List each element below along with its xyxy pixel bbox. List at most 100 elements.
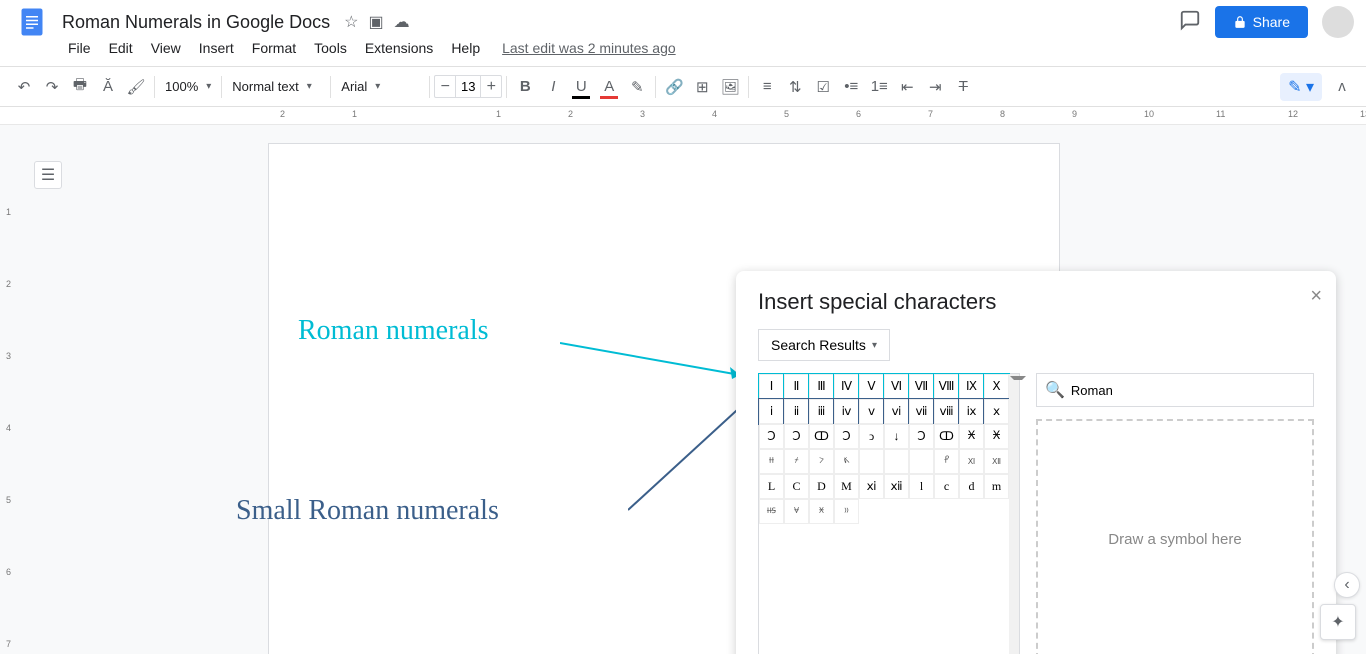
char-cell[interactable] (859, 499, 884, 524)
collapse-toolbar-button[interactable]: ʌ (1328, 73, 1356, 101)
char-cell[interactable]: Ⅻ (984, 449, 1009, 474)
insert-link-button[interactable]: 🔗 (660, 73, 688, 101)
checklist-button[interactable]: ☑ (809, 73, 837, 101)
insert-comment-button[interactable]: ⊞ (688, 73, 716, 101)
category-dropdown[interactable]: Search Results (758, 329, 890, 361)
explore-button[interactable]: ✦ (1320, 604, 1356, 640)
star-icon[interactable]: ☆ (344, 12, 358, 32)
bulleted-list-button[interactable]: •≡ (837, 73, 865, 101)
style-select[interactable]: Normal text (226, 75, 326, 98)
char-cell[interactable]: 𐆖 (809, 499, 834, 524)
char-cell[interactable]: Ⅷ (934, 374, 959, 399)
char-cell[interactable]: 𐆚 (784, 449, 809, 474)
comments-icon[interactable] (1179, 9, 1201, 36)
menu-extensions[interactable]: Extensions (357, 36, 441, 60)
char-cell[interactable]: ⅷ (934, 399, 959, 424)
share-button[interactable]: Share (1215, 6, 1308, 38)
print-button[interactable]: 🖶 (66, 73, 94, 101)
char-cell[interactable]: Ↄ (784, 424, 809, 449)
char-cell[interactable]: d (959, 474, 984, 499)
dialog-close-button[interactable]: × (1310, 285, 1322, 308)
side-panel-toggle[interactable]: ‹ (1334, 572, 1360, 598)
char-cell[interactable]: ⅵ (884, 399, 909, 424)
underline-button[interactable]: U (567, 73, 595, 101)
numbered-list-button[interactable]: 1≡ (865, 73, 893, 101)
char-cell[interactable]: Ↄ (834, 424, 859, 449)
menu-format[interactable]: Format (244, 36, 304, 60)
char-cell[interactable]: Ⅴ (859, 374, 884, 399)
char-cell[interactable]: 𐆖 (984, 424, 1009, 449)
horizontal-ruler[interactable]: 21123456789101112131415161718 (0, 107, 1366, 125)
spellcheck-button[interactable]: Ă (94, 73, 122, 101)
char-cell[interactable]: ⅺ (859, 474, 884, 499)
insert-image-button[interactable]: 🖼 (716, 73, 744, 101)
char-cell[interactable]: m (984, 474, 1009, 499)
char-cell[interactable]: Ↄ (759, 424, 784, 449)
char-cell[interactable] (984, 499, 1009, 524)
font-size-input[interactable] (455, 76, 481, 97)
char-cell[interactable]: ⅱ (784, 399, 809, 424)
draw-symbol-area[interactable]: Draw a symbol here (1036, 419, 1314, 654)
char-cell[interactable]: L (759, 474, 784, 499)
char-cell[interactable]: ⅰ (759, 399, 784, 424)
char-cell[interactable] (884, 499, 909, 524)
cloud-icon[interactable]: ☁ (394, 12, 410, 32)
menu-file[interactable]: File (60, 36, 99, 60)
char-cell[interactable]: Ⅰ (759, 374, 784, 399)
redo-button[interactable]: ↷ (38, 73, 66, 101)
font-size-increase[interactable]: + (481, 78, 501, 96)
char-cell[interactable]: ⅶ (909, 399, 934, 424)
account-avatar[interactable] (1322, 6, 1354, 38)
bold-button[interactable]: B (511, 73, 539, 101)
font-size-decrease[interactable]: − (435, 78, 455, 96)
char-cell[interactable]: M (834, 474, 859, 499)
char-cell[interactable]: 𐆘 (759, 499, 784, 524)
move-icon[interactable]: ▣ (368, 12, 383, 32)
char-cell[interactable]: C (784, 474, 809, 499)
zoom-select[interactable]: 100% (159, 75, 217, 98)
char-cell[interactable]: 𐆛 (809, 449, 834, 474)
char-cell[interactable]: Ⅺ (959, 449, 984, 474)
paint-format-button[interactable]: 🖌 (122, 73, 150, 101)
char-cell[interactable]: ↀ (934, 424, 959, 449)
doc-title[interactable]: Roman Numerals in Google Docs (56, 10, 336, 35)
char-cell[interactable]: 𐆝 (859, 449, 884, 474)
char-cell[interactable]: 𐆟 (909, 449, 934, 474)
char-cell[interactable]: Ⅹ (984, 374, 1009, 399)
char-cell[interactable]: c (934, 474, 959, 499)
char-cell[interactable]: 𐆙 (759, 449, 784, 474)
last-edit-link[interactable]: Last edit was 2 minutes ago (502, 40, 676, 56)
menu-insert[interactable]: Insert (191, 36, 242, 60)
char-cell[interactable]: Ⅱ (784, 374, 809, 399)
highlight-button[interactable]: ✎ (623, 73, 651, 101)
char-cell[interactable]: 𐆞 (884, 449, 909, 474)
increase-indent-button[interactable]: ⇥ (921, 73, 949, 101)
char-cell[interactable]: ↀ (809, 424, 834, 449)
char-cell[interactable]: Ⅶ (909, 374, 934, 399)
editing-mode-button[interactable]: ✎ ▾ (1280, 73, 1322, 101)
char-cell[interactable]: 𐆠 (934, 449, 959, 474)
menu-edit[interactable]: Edit (101, 36, 141, 60)
italic-button[interactable]: I (539, 73, 567, 101)
docs-logo[interactable] (12, 2, 52, 42)
char-cell[interactable]: ⅹ (984, 399, 1009, 424)
outline-toggle[interactable]: ☰ (34, 161, 62, 189)
char-cell[interactable]: ↓ (884, 424, 909, 449)
clear-format-button[interactable]: T (949, 73, 977, 101)
char-cell[interactable]: ↄ (859, 424, 884, 449)
menu-help[interactable]: Help (443, 36, 488, 60)
char-cell[interactable]: 𐆗 (784, 499, 809, 524)
align-button[interactable]: ≡ (753, 73, 781, 101)
char-cell[interactable]: D (809, 474, 834, 499)
char-cell[interactable]: Ⅲ (809, 374, 834, 399)
menu-view[interactable]: View (143, 36, 189, 60)
char-cell[interactable]: ⅴ (859, 399, 884, 424)
char-cell[interactable] (909, 499, 934, 524)
char-cell[interactable] (934, 499, 959, 524)
menu-tools[interactable]: Tools (306, 36, 355, 60)
char-cell[interactable]: Ⅳ (834, 374, 859, 399)
char-cell[interactable]: Ⅵ (884, 374, 909, 399)
line-spacing-button[interactable]: ⇅ (781, 73, 809, 101)
char-cell[interactable]: ⅻ (884, 474, 909, 499)
char-cell[interactable] (959, 499, 984, 524)
